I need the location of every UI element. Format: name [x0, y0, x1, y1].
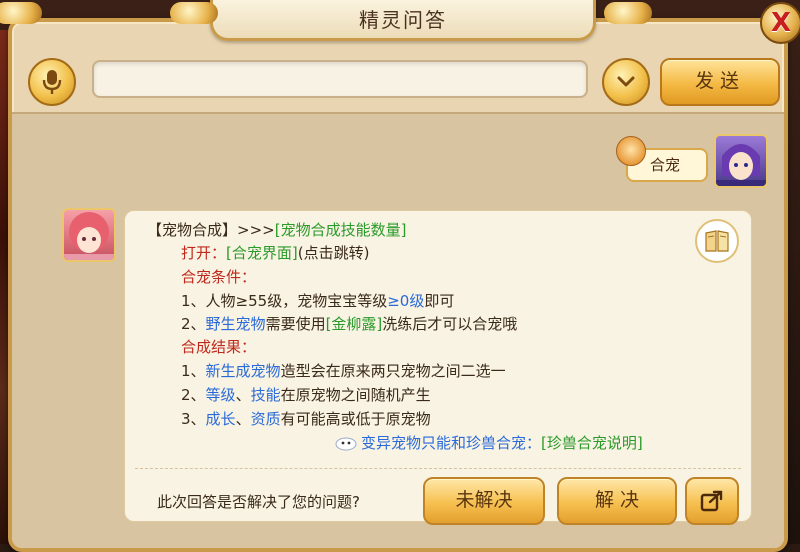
condition-1-text: 1、人物≥55级，宠物宝宝等级 [181, 292, 388, 310]
level-term: 等级 [205, 386, 236, 404]
mutant-pet-text: 变异宠物只能和珍兽合宠： [361, 434, 542, 452]
condition-2-mid: 需要使用 [265, 315, 326, 333]
book-icon [705, 230, 729, 252]
user-avatar [714, 134, 768, 188]
history-dropdown-button[interactable] [602, 58, 650, 106]
answer-bubble: 【宠物合成】>>>[宠物合成技能数量] 打开：[合宠界面](点击跳转) 合宠条件… [124, 210, 752, 525]
merge-ui-link[interactable]: [合宠界面] [226, 244, 298, 262]
title-tab: 精灵问答 [210, 0, 596, 41]
close-icon: X [770, 8, 792, 38]
title-ornament-right [604, 2, 652, 24]
send-button[interactable]: 发送 [660, 58, 780, 106]
condition-2-suffix: 洗练后才可以合宠哦 [382, 315, 518, 333]
result-3-text: 有可能高或低于原宠物 [280, 410, 431, 428]
result-3-index: 3、 [181, 410, 206, 428]
condition-2: 2、野生宠物需要使用[金柳露]洗练后才可以合宠哦 [181, 313, 517, 334]
conditions-title: 合宠条件： [181, 268, 257, 286]
npc-avatar [62, 208, 116, 262]
results-title: 合成结果： [181, 338, 257, 356]
aptitude-term: 资质 [250, 410, 281, 428]
unresolved-button[interactable]: 未解决 [423, 477, 545, 525]
chevron-down-icon [617, 76, 635, 87]
result-2: 2、等级、技能在原宠物之间随机产生 [181, 384, 431, 405]
player-portrait-icon [716, 144, 766, 186]
npc-portrait-icon [64, 212, 114, 260]
wild-pet-term: 野生宠物 [205, 315, 266, 333]
result-2-index: 2、 [181, 386, 206, 404]
rare-beast-merge-link[interactable]: [珍兽合宠说明] [541, 434, 643, 452]
window-title: 精灵问答 [359, 8, 447, 32]
condition-1-suffix: 即可 [424, 292, 455, 310]
result-3-separator: 、 [235, 410, 251, 428]
growth-term: 成长 [205, 410, 236, 428]
open-label: 打开： [181, 244, 227, 262]
guide-book-button[interactable] [695, 219, 739, 263]
pet-skill-count-link[interactable]: [宠物合成技能数量] [275, 221, 407, 239]
pet-level-requirement: ≥0级 [387, 292, 425, 310]
input-bar: 发送 [12, 48, 784, 110]
result-1: 1、新生成宠物造型会在原来两只宠物之间二选一 [181, 360, 506, 381]
answer-divider [135, 468, 741, 469]
corner-ornament [0, 2, 42, 24]
resolved-button[interactable]: 解 决 [557, 477, 677, 525]
close-button[interactable]: X [760, 2, 800, 44]
open-line: 打开：[合宠界面](点击跳转) [181, 242, 369, 263]
result-1-index: 1、 [181, 362, 206, 380]
skill-term: 技能 [250, 386, 281, 404]
cloud-pet-icon [335, 437, 357, 451]
condition-2-index: 2、 [181, 315, 206, 333]
title-ornament-left [170, 2, 218, 24]
result-2-separator: 、 [235, 386, 251, 404]
new-pet-term: 新生成宠物 [205, 362, 281, 380]
microphone-icon [42, 70, 62, 94]
monkey-icon [616, 136, 646, 166]
answer-header: 【宠物合成】>>>[宠物合成技能数量] [147, 219, 406, 240]
dialog-panel: 发送 合宠 【宠物合成】>>>[宠物合成技能数量] 打开：[合宠界面](点击跳转… [8, 18, 788, 552]
question-input[interactable] [92, 60, 588, 98]
user-message-bubble[interactable]: 合宠 [616, 136, 708, 182]
feedback-question: 此次回答是否解决了您的问题? [157, 493, 360, 511]
microphone-button[interactable] [28, 58, 76, 106]
result-3: 3、成长、资质有可能高或低于原宠物 [181, 408, 431, 429]
share-icon [700, 490, 723, 512]
condition-1: 1、人物≥55级，宠物宝宝等级≥0级即可 [181, 290, 454, 311]
user-message-text: 合宠 [650, 156, 681, 174]
mutant-note: 变异宠物只能和珍兽合宠：[珍兽合宠说明] [335, 432, 643, 453]
result-2-text: 在原宠物之间随机产生 [280, 386, 431, 404]
chat-area: 合宠 【宠物合成】>>>[宠物合成技能数量] 打开：[合宠界面](点击跳转) 合… [12, 112, 784, 548]
golden-willow-dew-link[interactable]: [金柳露] [326, 315, 383, 333]
share-button[interactable] [685, 477, 739, 525]
header-prefix: 【宠物合成】>>> [147, 221, 275, 239]
open-suffix: (点击跳转) [297, 244, 370, 262]
result-1-text: 造型会在原来两只宠物之间二选一 [280, 362, 506, 380]
